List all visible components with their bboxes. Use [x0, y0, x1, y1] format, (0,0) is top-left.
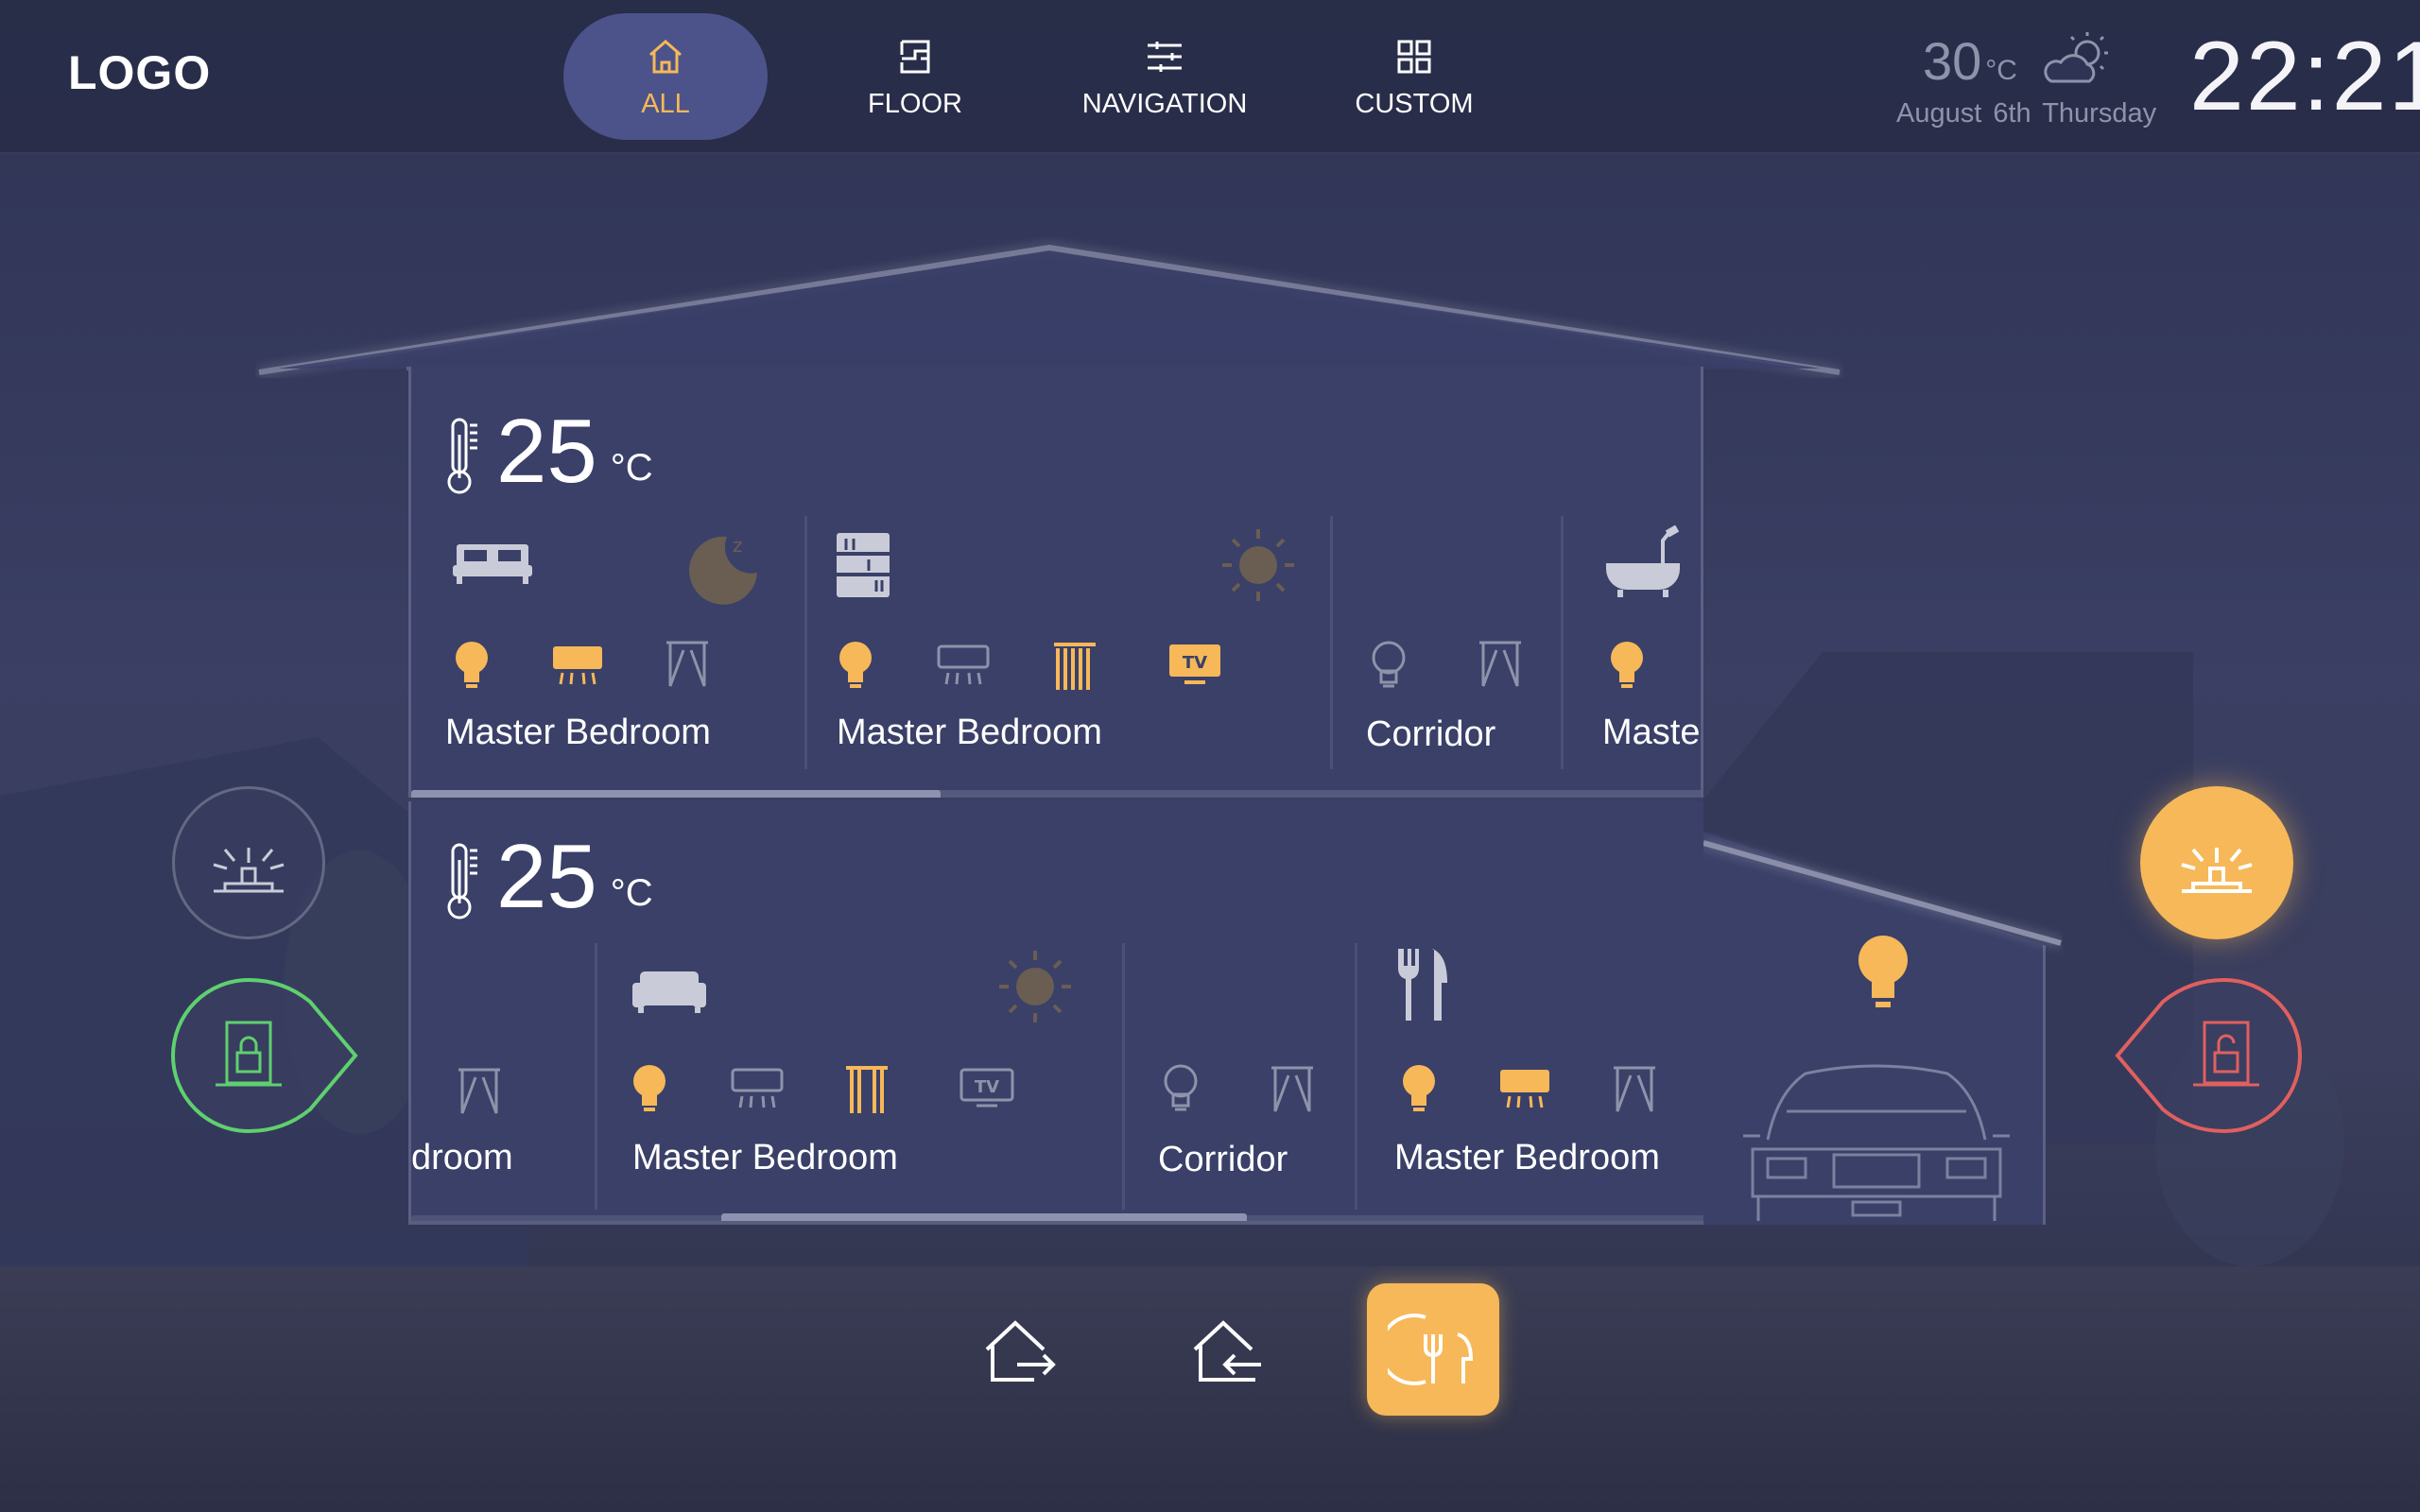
tab-navigation[interactable]: NAVIGATION — [1063, 13, 1267, 140]
weather-temp-value: 30 — [1923, 31, 1982, 91]
logo: LOGO — [68, 46, 212, 99]
sprinkler-icon — [213, 848, 285, 893]
room-name[interactable]: Corridor — [1158, 1140, 1288, 1180]
tv-icon[interactable]: TV — [959, 1068, 1014, 1111]
garage-roof — [1703, 840, 2062, 946]
room-name[interactable]: Master Bedroom — [445, 713, 711, 753]
tab-floor[interactable]: FLOOR — [813, 13, 1017, 140]
air-conditioner-icon[interactable] — [937, 643, 990, 688]
air-conditioner-icon[interactable] — [1498, 1066, 1551, 1111]
arrive-home-button[interactable] — [1159, 1285, 1291, 1418]
tab-all[interactable]: ALL — [563, 13, 768, 140]
leave-home-icon — [985, 1320, 1056, 1382]
weather-temp-unit: °C — [1985, 55, 2017, 86]
sun-icon[interactable] — [995, 947, 1075, 1026]
curtain-icon[interactable] — [1478, 639, 1523, 690]
light-bulb-icon[interactable] — [1368, 639, 1409, 692]
temperature-unit: °C — [610, 447, 653, 489]
floorplan-icon — [900, 40, 930, 73]
weather-date: August 6th Thursday — [1896, 98, 2157, 129]
tab-label: ALL — [641, 88, 690, 119]
temperature-value: 25 — [496, 826, 597, 927]
light-bulb-icon[interactable] — [451, 639, 493, 692]
room-divider — [804, 516, 807, 769]
svg-text:TV: TV — [975, 1077, 999, 1097]
floor-scroll-thumb[interactable] — [721, 1213, 1247, 1221]
room-divider — [1330, 516, 1333, 769]
clock: 22:21 — [2189, 22, 2420, 131]
sliders-icon — [1148, 41, 1182, 72]
floor-temperature: 25 °C — [445, 406, 653, 497]
temperature-value: 25 — [496, 401, 597, 502]
curtain-icon[interactable] — [1270, 1064, 1315, 1115]
sprinkler-button[interactable] — [172, 786, 325, 939]
leave-home-button[interactable] — [951, 1285, 1083, 1418]
bookshelf-icon — [837, 533, 890, 597]
floor-temperature: 25 °C — [445, 832, 653, 922]
room-name[interactable]: Corridor — [1366, 714, 1495, 755]
car-icon[interactable] — [1739, 1055, 2014, 1221]
house-roof — [258, 244, 1841, 375]
curtain-icon[interactable] — [665, 639, 710, 690]
sprinkler-icon — [2181, 848, 2253, 893]
room-name[interactable]: Master Bedroom — [837, 713, 1102, 753]
svg-text:z: z — [733, 534, 743, 557]
tab-label: FLOOR — [868, 88, 962, 119]
light-bulb-icon[interactable] — [1398, 1062, 1440, 1115]
room-name[interactable]: Master Bedroom — [1394, 1138, 1660, 1178]
home-icon — [649, 39, 682, 73]
air-conditioner-icon[interactable] — [731, 1066, 784, 1111]
room-divider — [1122, 943, 1125, 1210]
floor-upper[interactable]: 25 °C z Master Bedroom TV Master Bedroom… — [408, 367, 1703, 798]
tab-label: NAVIGATION — [1081, 88, 1248, 119]
room-divider — [1561, 516, 1564, 769]
dining-scene-button[interactable] — [1367, 1283, 1499, 1416]
arrive-home-icon — [1193, 1320, 1261, 1382]
room-divider — [1355, 943, 1357, 1210]
floor-scroll-thumb[interactable] — [411, 790, 941, 798]
temperature-unit: °C — [610, 872, 653, 914]
curtain-icon[interactable] — [1612, 1064, 1657, 1115]
top-bar: LOGO ALL FLOOR NAVIGATION CUSTOM 30 °C Au… — [0, 0, 2420, 154]
bed-icon — [453, 544, 532, 584]
tab-label: CUSTOM — [1355, 88, 1474, 119]
bathtub-icon — [1606, 525, 1680, 597]
window-icon[interactable] — [844, 1064, 890, 1115]
light-bulb-icon[interactable] — [835, 639, 876, 692]
svg-text:TV: TV — [1183, 653, 1207, 673]
main-tabs: ALL FLOOR NAVIGATION CUSTOM — [563, 13, 1516, 140]
partly-cloudy-icon — [2044, 32, 2108, 83]
blinds-icon[interactable] — [1052, 641, 1098, 692]
dining-scene-icon — [1388, 1314, 1474, 1385]
room-name[interactable]: Master Bedroom — [632, 1138, 898, 1178]
door-unlock-button[interactable] — [2114, 977, 2303, 1134]
weather-temperature: 30 °C — [1923, 30, 2017, 92]
room-name[interactable]: droom — [411, 1138, 513, 1178]
curtain-icon[interactable] — [457, 1066, 502, 1117]
sofa-icon — [632, 971, 706, 1013]
thermometer-icon — [447, 843, 477, 919]
thermometer-icon — [447, 418, 477, 494]
air-conditioner-icon[interactable] — [551, 643, 604, 688]
tab-custom[interactable]: CUSTOM — [1312, 13, 1516, 140]
sun-icon[interactable] — [1219, 525, 1298, 605]
grid-icon — [1397, 40, 1431, 73]
sleep-moon-icon[interactable]: z — [685, 529, 761, 605]
dining-icon — [1398, 949, 1447, 1021]
room-name[interactable]: Maste — [1602, 713, 1700, 753]
door-lock-button[interactable] — [170, 977, 359, 1134]
floor-lower[interactable]: 25 °C droom TV Master Bedroom Corridor M… — [408, 801, 1703, 1225]
light-bulb-icon[interactable] — [629, 1062, 670, 1115]
room-divider — [595, 943, 597, 1210]
light-bulb-icon[interactable] — [1606, 639, 1648, 692]
light-bulb-icon[interactable] — [1160, 1062, 1201, 1115]
tv-icon[interactable]: TV — [1167, 643, 1222, 686]
sprinkler-button-active[interactable] — [2140, 786, 2293, 939]
